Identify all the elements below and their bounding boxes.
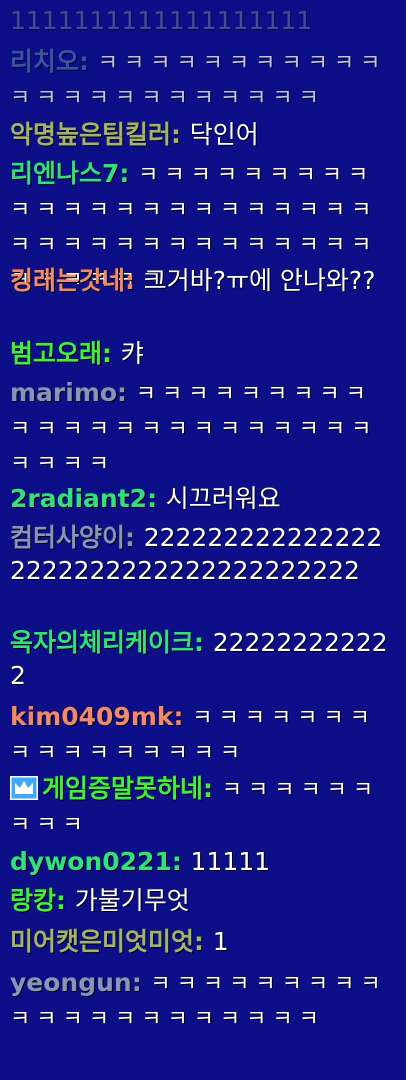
chat-message: 악명높은팀킬러: 닥인어 [10, 118, 390, 151]
message-text: 1 [212, 927, 229, 956]
message-nickname[interactable]: 2radiant2 [10, 484, 147, 513]
nick-separator: : [194, 927, 213, 956]
chat-message: 컴터사양이: 222222222222222222222222222222222… [10, 521, 390, 587]
message-text: 그거바?ㅠ에 안나와?? [143, 266, 376, 295]
nick-separator: : [125, 523, 144, 552]
message-nickname[interactable]: 범고오래 [10, 339, 102, 368]
chat-log: 1111111111111111111 리치오: ㅋㅋㅋㅋㅋㅋㅋㅋㅋㅋㅋㅋㅋㅋㅋ… [0, 0, 406, 1080]
chat-message: 미어캣은미엇미엇: 1 [10, 925, 390, 958]
chat-message: marimo: ㅋㅋㅋㅋㅋㅋㅋㅋㅋㅋㅋㅋㅋㅋㅋㅋㅋㅋㅋㅋㅋㅋㅋㅋㅋㅋㅋ [10, 376, 390, 481]
message-nickname[interactable]: 옥자의체리케이크 [10, 628, 194, 657]
message-nickname[interactable]: 컴터사양이 [10, 523, 125, 552]
nick-separator: : [125, 266, 144, 295]
message-nickname[interactable]: 리치오 [10, 47, 79, 76]
nick-separator: : [147, 484, 166, 513]
chat-message: 2radiant2: 시끄러워요 [10, 482, 390, 515]
message-text: 캬 [120, 339, 144, 368]
message-nickname[interactable]: kim0409mk [10, 702, 174, 731]
chat-message: 킹래는갓네: 그거바?ㅠ에 안나와?? [10, 264, 390, 297]
nick-separator: : [203, 774, 222, 803]
message-text: 가불기무엇 [74, 886, 190, 915]
nick-separator: : [79, 47, 98, 76]
nick-separator: : [171, 120, 190, 149]
chat-message: 게임증말못하네: ㅋㅋㅋㅋㅋㅋㅋㅋㅋ [10, 772, 390, 842]
chat-message: 리치오: ㅋㅋㅋㅋㅋㅋㅋㅋㅋㅋㅋㅋㅋㅋㅋㅋㅋㅋㅋㅋㅋㅋㅋ [10, 45, 390, 115]
nick-separator: : [194, 628, 213, 657]
message-text: 닥인어 [189, 120, 259, 149]
message-text: 1111111111111111111 [10, 6, 313, 35]
message-nickname[interactable]: 악명높은팀킬러 [10, 120, 171, 149]
nick-separator: : [173, 702, 193, 731]
chat-message: 옥자의체리케이크: 222222222222 [10, 626, 390, 692]
nick-separator: : [56, 886, 75, 915]
message-nickname[interactable]: 킹래는갓네 [10, 266, 125, 295]
nick-separator: : [102, 339, 121, 368]
message-nickname[interactable]: 랑캉 [10, 886, 56, 915]
nick-separator: : [119, 159, 139, 188]
nick-separator: : [117, 378, 136, 407]
message-nickname[interactable]: yeongun [10, 968, 132, 997]
message-nickname[interactable]: 리엔나스7 [10, 159, 119, 188]
message-nickname[interactable]: marimo [10, 378, 117, 407]
nick-separator: : [171, 847, 191, 876]
crown-icon [10, 776, 38, 800]
chat-message: 1111111111111111111 [10, 4, 390, 37]
message-text: 11111 [190, 847, 271, 876]
chat-message: yeongun: ㅋㅋㅋㅋㅋㅋㅋㅋㅋㅋㅋㅋㅋㅋㅋㅋㅋㅋㅋㅋㅋ [10, 966, 390, 1036]
nick-separator: : [131, 968, 151, 997]
message-nickname[interactable]: dywon0221 [10, 847, 172, 876]
message-text: 시끄러워요 [165, 484, 281, 513]
chat-message: dywon0221: 11111 [10, 845, 390, 878]
chat-message: 범고오래: 캬 [10, 337, 390, 370]
chat-message: 랑캉: 가불기무엇 [10, 884, 390, 917]
message-nickname[interactable]: 미어캣은미엇미엇 [10, 927, 194, 956]
chat-message: kim0409mk: ㅋㅋㅋㅋㅋㅋㅋㅋㅋㅋㅋㅋㅋㅋㅋㅋ [10, 700, 390, 770]
message-nickname[interactable]: 게임증말못하네 [42, 774, 203, 803]
